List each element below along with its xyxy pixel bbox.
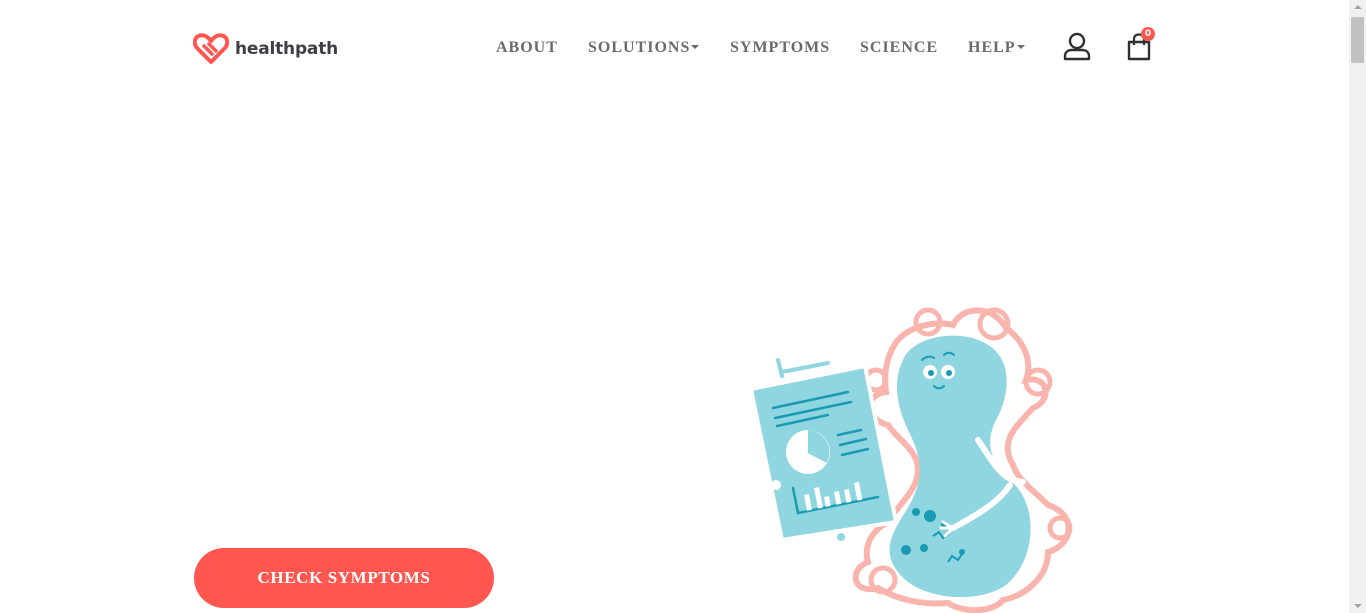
shopping-bag-icon: [1126, 33, 1152, 65]
cart-button[interactable]: 0: [1126, 27, 1155, 66]
nav-item-help[interactable]: HELP: [968, 39, 1025, 57]
scroll-thumb[interactable]: [1351, 17, 1364, 63]
nav-item-label: ABOUT: [496, 39, 558, 56]
page: healthpath ABOUT SOLUTIONS SYMPTOMS SCIE…: [0, 0, 1349, 613]
account-button[interactable]: [1062, 32, 1092, 67]
caret-down-icon: [1016, 45, 1025, 50]
nav-item-symptoms[interactable]: SYMPTOMS: [730, 39, 830, 57]
site-header: healthpath ABOUT SOLUTIONS SYMPTOMS SCIE…: [0, 0, 1349, 96]
scroll-down-arrow-icon[interactable]: [1354, 604, 1362, 608]
nav-item-about[interactable]: ABOUT: [496, 39, 558, 57]
caret-down-icon: [691, 45, 700, 50]
nav-item-label: SOLUTIONS: [588, 39, 691, 56]
nav-item-solutions[interactable]: SOLUTIONS: [588, 39, 700, 57]
nav-item-science[interactable]: SCIENCE: [860, 39, 938, 57]
healthpath-logo[interactable]: healthpath: [193, 33, 338, 65]
check-symptoms-button[interactable]: CHECK SYMPTOMS: [194, 548, 494, 608]
nav-item-label: HELP: [968, 39, 1016, 56]
heart-logo-icon: [193, 33, 229, 65]
user-icon: [1062, 32, 1092, 66]
nav-item-label: SCIENCE: [860, 39, 939, 56]
hero-illustration: [748, 300, 1078, 613]
cart-count-badge: 0: [1141, 27, 1155, 41]
vertical-scrollbar[interactable]: [1349, 0, 1366, 613]
nav-item-label: SYMPTOMS: [730, 39, 831, 56]
logo-wordmark: healthpath: [235, 39, 339, 59]
scroll-up-arrow-icon[interactable]: [1354, 5, 1362, 9]
